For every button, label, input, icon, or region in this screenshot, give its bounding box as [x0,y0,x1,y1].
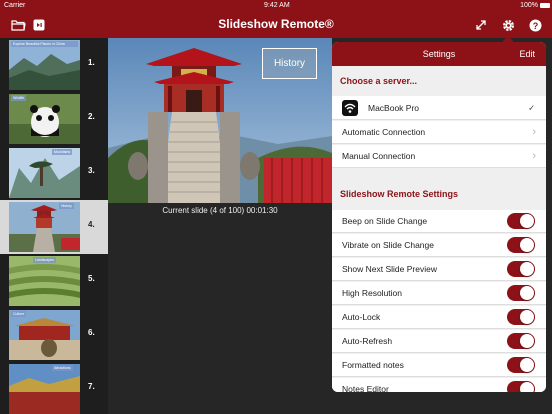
slide-7-image [9,364,80,414]
slide-3-number: 3. [88,166,95,175]
slide-7-number: 7. [88,382,95,391]
settings-popover: Settings Edit Choose a server... MacBook… [332,42,546,392]
setting-label: Auto-Refresh [342,336,393,346]
setting-row-vibrate: Vibrate on Slide Change [332,234,546,257]
server-label: Manual Connection [342,151,416,161]
slide-thumbnail-1[interactable]: Explore Beautiful Places in China 1. [0,38,108,92]
slide-thumbnail-5[interactable]: Landscapes 5. [0,254,108,308]
slide-4-image [9,202,80,252]
server-label: MacBook Pro [368,102,420,113]
carrier-label: Carrier [4,2,26,9]
setting-row-formatted-notes: Formatted notes [332,354,546,377]
help-button[interactable]: ? [526,16,544,34]
help-icon: ? [529,19,541,31]
status-time: 9:42 AM [264,2,290,9]
server-label: Automatic Connection [342,127,426,137]
app-title: Slideshow Remote® [218,17,334,31]
slide-thumbnail-7[interactable]: Attractions 7. [0,362,108,414]
setting-row-notes-editor: Notes Editor [332,378,546,392]
slide-3-image [9,148,80,198]
slide-5-image [9,256,80,306]
settings-button[interactable] [499,16,517,34]
formatted-notes-toggle[interactable] [507,357,535,373]
server-row-manual[interactable]: Manual Connection › [332,145,546,168]
slide-1-label: Explore Beautiful Places in China [11,41,78,47]
slide-7-label: Attractions [52,365,73,371]
server-row-macbook[interactable]: MacBook Pro ✓ [332,96,546,120]
expand-icon [476,20,486,30]
setting-row-beep: Beep on Slide Change [332,210,546,233]
setting-label: Vibrate on Slide Change [342,240,434,250]
high-resolution-toggle[interactable] [507,285,535,301]
notes-editor-toggle[interactable] [507,381,535,392]
slide-2-label: Wildlife [11,95,27,101]
slide-3-label: Mountains [52,149,73,155]
svg-text:?: ? [532,21,538,31]
slide-overlay-label: History [262,48,317,79]
remote-settings-section-header: Slideshow Remote Settings [340,189,459,199]
setting-label: Notes Editor [342,384,389,392]
auto-refresh-toggle[interactable] [507,333,535,349]
slide-2-number: 2. [88,112,95,121]
settings-header: Settings Edit [332,42,546,66]
next-preview-toggle[interactable] [507,261,535,277]
checkmark-icon: ✓ [528,103,535,112]
server-section-header: Choose a server... [340,76,418,86]
slide-6-number: 6. [88,328,95,337]
server-row-automatic[interactable]: Automatic Connection › [332,121,546,144]
setting-row-high-resolution: High Resolution [332,282,546,305]
current-slide-preview[interactable]: History [108,38,332,203]
slide-thumbnail-list[interactable]: Explore Beautiful Places in China 1. Wil… [0,38,108,414]
fullscreen-button[interactable] [472,16,490,34]
gear-icon [502,19,514,31]
slide-6-label: Culture [11,311,27,317]
wifi-icon [342,100,358,116]
vibrate-toggle[interactable] [507,237,535,253]
slide-1-image [9,40,80,90]
settings-title: Settings [422,49,456,59]
battery-percent: 100% [520,2,538,9]
battery-icon [540,3,550,8]
slide-5-number: 5. [88,274,95,283]
slide-1-number: 1. [88,58,95,67]
slide-2-image [9,94,80,144]
slide-5-label: Landscapes [33,257,56,263]
setting-label: High Resolution [342,288,403,298]
setting-label: Formatted notes [342,360,404,370]
main-slide-area: History Current slide (4 of 100) 00:01:3… [108,38,332,414]
nav-bar: Slideshow Remote® ? [0,12,552,38]
slide-4-number: 4. [88,220,95,229]
setting-row-auto-lock: Auto-Lock [332,306,546,329]
setting-row-auto-refresh: Auto-Refresh [332,330,546,353]
auto-lock-toggle[interactable] [507,309,535,325]
slide-4-label: History [59,203,74,209]
edit-button[interactable]: Edit [519,49,535,59]
current-slide-caption: Current slide (4 of 100) 00:01:30 [162,206,278,215]
slide-thumbnail-2[interactable]: Wildlife 2. [0,92,108,146]
setting-label: Show Next Slide Preview [342,264,437,274]
setting-label: Auto-Lock [342,312,381,322]
beep-toggle[interactable] [507,213,535,229]
slide-thumbnail-3[interactable]: Mountains 3. [0,146,108,200]
chevron-right-icon: › [532,126,536,138]
slide-thumbnail-6[interactable]: Culture 6. [0,308,108,362]
chevron-right-icon: › [532,150,536,162]
slide-thumbnail-4[interactable]: History 4. [0,200,108,254]
status-bar: Carrier 9:42 AM 100% [0,0,552,12]
setting-row-next-preview: Show Next Slide Preview [332,258,546,281]
setting-label: Beep on Slide Change [342,216,428,226]
slide-6-image [9,310,80,360]
